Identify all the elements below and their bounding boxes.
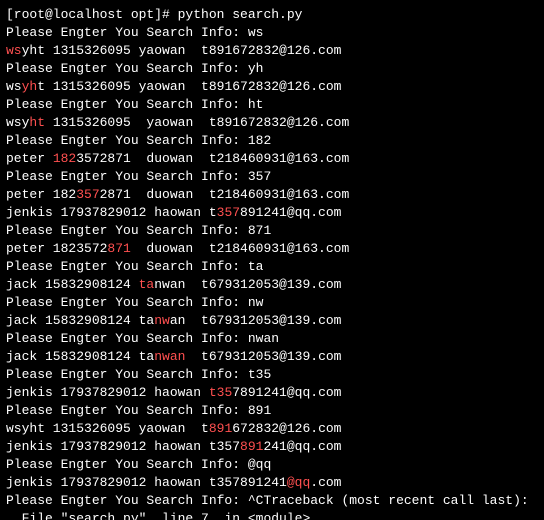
terminal-line: jack 15832908124 tanwan t679312053@139.c… (6, 348, 538, 366)
terminal-line: peter 1823572871 duowan t218460931@163.c… (6, 150, 538, 168)
terminal-output: [root@localhost opt]# python search.pyPl… (6, 6, 538, 520)
terminal-line: wsyht 1315326095 yaowan t891672832@126.c… (6, 42, 538, 60)
terminal-line: Please Engter You Search Info: nw (6, 294, 538, 312)
terminal-line: Please Engter You Search Info: 871 (6, 222, 538, 240)
terminal-line: Please Engter You Search Info: ta (6, 258, 538, 276)
terminal-line: jenkis 17937829012 haowan t357891241@qq.… (6, 384, 538, 402)
terminal-line: Please Engter You Search Info: @qq (6, 456, 538, 474)
terminal-line: Please Engter You Search Info: ht (6, 96, 538, 114)
terminal-line: jack 15832908124 tanwan t679312053@139.c… (6, 276, 538, 294)
terminal-line: Please Engter You Search Info: 891 (6, 402, 538, 420)
terminal-line: peter 1823572871 duowan t218460931@163.c… (6, 186, 538, 204)
terminal-line: File "search.py", line 7, in <module> (6, 510, 538, 520)
terminal-line: jenkis 17937829012 haowan t357891241@qq.… (6, 438, 538, 456)
terminal-line: Please Engter You Search Info: 357 (6, 168, 538, 186)
terminal-line: jenkis 17937829012 haowan t357891241@qq.… (6, 474, 538, 492)
terminal-line: wsyht 1315326095 yaowan t891672832@126.c… (6, 420, 538, 438)
terminal-line: Please Engter You Search Info: ws (6, 24, 538, 42)
terminal-line: Please Engter You Search Info: 182 (6, 132, 538, 150)
terminal-line: Please Engter You Search Info: nwan (6, 330, 538, 348)
terminal-line: wsyht 1315326095 yaowan t891672832@126.c… (6, 114, 538, 132)
terminal-line: [root@localhost opt]# python search.py (6, 6, 538, 24)
terminal-line: jack 15832908124 tanwan t679312053@139.c… (6, 312, 538, 330)
terminal-line: jenkis 17937829012 haowan t357891241@qq.… (6, 204, 538, 222)
terminal-line: wsyht 1315326095 yaowan t891672832@126.c… (6, 78, 538, 96)
terminal-line: Please Engter You Search Info: t35 (6, 366, 538, 384)
terminal-line: Please Engter You Search Info: yh (6, 60, 538, 78)
terminal-line: Please Engter You Search Info: ^CTraceba… (6, 492, 538, 510)
terminal-line: peter 1823572871 duowan t218460931@163.c… (6, 240, 538, 258)
